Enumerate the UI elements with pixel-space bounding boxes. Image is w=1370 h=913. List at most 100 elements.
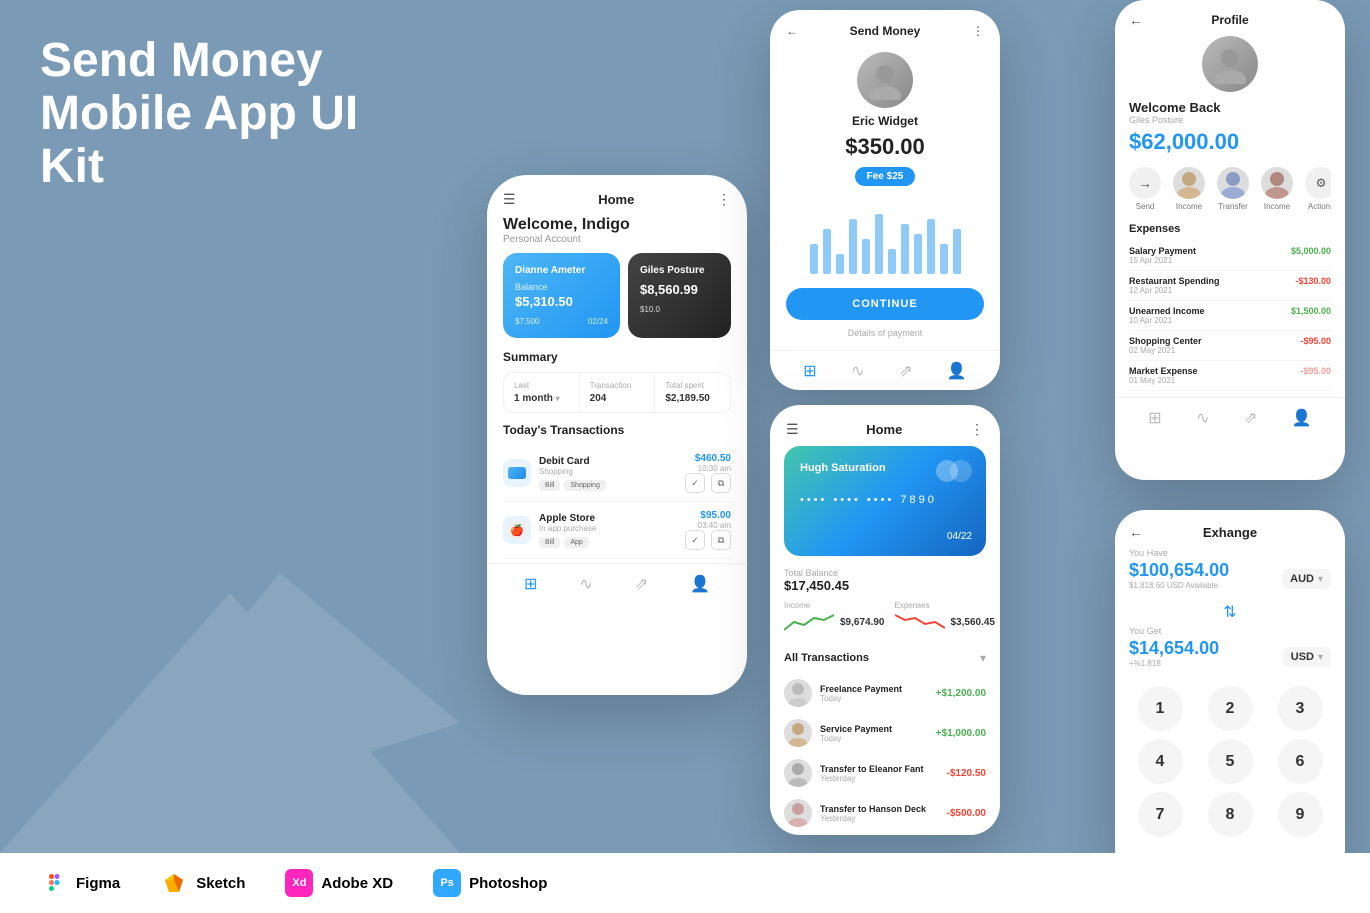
num-btn-8[interactable]: 8 bbox=[1208, 792, 1253, 837]
all-tx-title: All Transactions bbox=[784, 652, 869, 664]
card2-name: Giles Posture bbox=[640, 265, 719, 276]
collapse-icon[interactable]: ▾ bbox=[980, 651, 986, 665]
copy-icon-2[interactable]: ⧉ bbox=[711, 530, 731, 550]
num-btn-2[interactable]: 2 bbox=[1208, 686, 1253, 731]
num-btn-6[interactable]: 6 bbox=[1278, 739, 1323, 784]
ps-icon: Ps bbox=[433, 869, 461, 897]
profile-icon-p[interactable]: 👤 bbox=[1292, 408, 1312, 428]
expense-chart bbox=[895, 610, 945, 635]
back-arrow-icon[interactable]: ← bbox=[1129, 12, 1143, 28]
send-nav-icon[interactable]: ⇗ bbox=[635, 574, 648, 594]
income-chart bbox=[784, 610, 834, 635]
tx4-row-amount: -$500.00 bbox=[947, 808, 986, 819]
hero-title: Send Money Mobile App UI Kit bbox=[40, 35, 430, 193]
home-icon-p[interactable]: ⊞ bbox=[1148, 408, 1161, 428]
you-have-label: You Have bbox=[1129, 548, 1331, 558]
num-btn-1[interactable]: 1 bbox=[1138, 686, 1183, 731]
exchange-back-icon[interactable]: ← bbox=[1129, 524, 1143, 540]
qa-actions[interactable]: ⚙ Actions bbox=[1305, 167, 1331, 211]
qa-income1[interactable]: Income bbox=[1173, 167, 1205, 211]
expense-amount: $3,560.45 bbox=[951, 617, 996, 628]
phone-main: ☰ Home ⋮ Welcome, Indigo Personal Accoun… bbox=[487, 175, 747, 695]
send-amount: $350.00 bbox=[770, 134, 1000, 160]
expense-1[interactable]: Salary Payment 15 Apr 2021 $5,000.00 bbox=[1129, 241, 1331, 271]
tx1-name: Debit Card bbox=[539, 456, 677, 467]
home-nav-icon[interactable]: ⊞ bbox=[524, 574, 537, 594]
expense-3[interactable]: Unearned Income 10 Apr 2021 $1,500.00 bbox=[1129, 301, 1331, 331]
send-icon-s[interactable]: ⇗ bbox=[899, 361, 912, 381]
copy-icon[interactable]: ⧉ bbox=[711, 473, 731, 493]
num-btn-4[interactable]: 4 bbox=[1138, 739, 1183, 784]
tx-row-1[interactable]: Freelance Payment Today +$1,200.00 bbox=[770, 673, 1000, 713]
phone-send: ← Send Money ⋮ Eric Widget $350.00 Fee $… bbox=[770, 10, 1000, 390]
activity-icon-p[interactable]: ∿ bbox=[1196, 408, 1209, 428]
tx-row-3[interactable]: Transfer to Eleanor Fant Yesterday -$120… bbox=[770, 753, 1000, 793]
tx2-name: Apple Store bbox=[539, 513, 677, 524]
tx-row-2[interactable]: Service Payment Today +$1,000.00 bbox=[770, 713, 1000, 753]
activity-icon-s[interactable]: ∿ bbox=[851, 361, 864, 381]
transaction-item-1[interactable]: Debit Card Shopping Bill Shopping $460.5… bbox=[503, 445, 731, 502]
send-bottom-nav: ⊞ ∿ ⇗ 👤 bbox=[770, 350, 1000, 390]
aud-currency[interactable]: AUD bbox=[1290, 573, 1314, 585]
income-amount: $9,674.90 bbox=[840, 617, 885, 628]
expense-4[interactable]: Shopping Center 02 May 2021 -$95.00 bbox=[1129, 331, 1331, 361]
activity-nav-icon[interactable]: ∿ bbox=[579, 574, 592, 594]
qa-transfer[interactable]: Transfer bbox=[1217, 167, 1249, 211]
swap-icon[interactable]: ⇅ bbox=[1129, 602, 1331, 622]
tx1-time: 10:30 am bbox=[677, 464, 731, 473]
send-header: Send Money bbox=[806, 24, 964, 38]
qa-send[interactable]: → Send bbox=[1129, 167, 1161, 211]
expense-5[interactable]: Market Expense 01 May 2021 -$95.00 bbox=[1129, 361, 1331, 391]
continue-button[interactable]: CONTINUE bbox=[786, 288, 984, 320]
hamburger-icon[interactable]: ☰ bbox=[503, 191, 516, 208]
tag-bill: Bill bbox=[539, 480, 560, 491]
tx2-time: 03:40 am bbox=[677, 521, 731, 530]
summary-grid: Last 1 month ▾ Transaction 204 Total spe… bbox=[503, 372, 731, 413]
tx1-row-amount: +$1,200.00 bbox=[936, 688, 986, 699]
card2-balance: $8,560.99 bbox=[640, 282, 719, 297]
profile-nav-icon[interactable]: 👤 bbox=[690, 574, 710, 594]
hero-section: Send Money Mobile App UI Kit bbox=[0, 0, 470, 913]
tool-sketch: Sketch bbox=[160, 869, 245, 897]
num-btn-9[interactable]: 9 bbox=[1278, 792, 1323, 837]
welcome-back-text: Welcome Back bbox=[1129, 100, 1331, 115]
more-icon[interactable]: ⋮ bbox=[717, 191, 731, 208]
num-btn-5[interactable]: 5 bbox=[1208, 739, 1253, 784]
tx4-row-name: Transfer to Hanson Deck bbox=[820, 804, 939, 814]
more-icon-2[interactable]: ⋮ bbox=[970, 421, 984, 438]
tx3-avatar bbox=[784, 759, 812, 787]
expense-2[interactable]: Restaurant Spending 12 Apr 2021 -$130.00 bbox=[1129, 271, 1331, 301]
sketch-label: Sketch bbox=[196, 875, 245, 892]
usd-currency[interactable]: USD bbox=[1291, 651, 1314, 663]
card1-expiry: 02/24 bbox=[588, 317, 608, 326]
home-icon-s[interactable]: ⊞ bbox=[803, 361, 816, 381]
transaction-item-2[interactable]: 🍎 Apple Store In app purchase Bill App $… bbox=[503, 502, 731, 559]
figma-label: Figma bbox=[76, 875, 120, 892]
profile-bottom-nav: ⊞ ∿ ⇗ 👤 bbox=[1115, 397, 1345, 438]
tx2-avatar bbox=[784, 719, 812, 747]
profile-icon-s[interactable]: 👤 bbox=[947, 361, 967, 381]
card-blue[interactable]: Dianne Ameter Balance $5,310.50 $7,500 0… bbox=[503, 253, 620, 338]
tx2-amount: $95.00 bbox=[677, 510, 731, 521]
hamburger-icon-2[interactable]: ☰ bbox=[786, 421, 799, 438]
qa-income2[interactable]: Income bbox=[1261, 167, 1293, 211]
tx3-row-date: Yesterday bbox=[820, 774, 939, 783]
card1-name: Dianne Ameter bbox=[515, 265, 608, 276]
num-btn-3[interactable]: 3 bbox=[1278, 686, 1323, 731]
xd-icon: Xd bbox=[285, 869, 313, 897]
check-icon[interactable]: ✓ bbox=[685, 473, 705, 493]
num-btn-7[interactable]: 7 bbox=[1138, 792, 1183, 837]
send-arrow-icon: → bbox=[1129, 167, 1161, 199]
card-dark[interactable]: Giles Posture $8,560.99 $10.0 bbox=[628, 253, 731, 338]
home2-title: Home bbox=[866, 422, 902, 437]
phone-exchange: ← Exhange You Have $100,654.00 $1,818.60… bbox=[1115, 510, 1345, 880]
tx1-row-date: Today bbox=[820, 694, 928, 703]
xd-label: Adobe XD bbox=[321, 875, 393, 892]
income2-avatar bbox=[1261, 167, 1293, 199]
send-icon-p[interactable]: ⇗ bbox=[1244, 408, 1257, 428]
card1-balance: $5,310.50 bbox=[515, 294, 608, 309]
check-icon-2[interactable]: ✓ bbox=[685, 530, 705, 550]
tx-row-4[interactable]: Transfer to Hanson Deck Yesterday -$500.… bbox=[770, 793, 1000, 833]
card-number: •••• •••• •••• 7890 bbox=[800, 494, 970, 506]
tag-shopping: Shopping bbox=[564, 480, 606, 491]
